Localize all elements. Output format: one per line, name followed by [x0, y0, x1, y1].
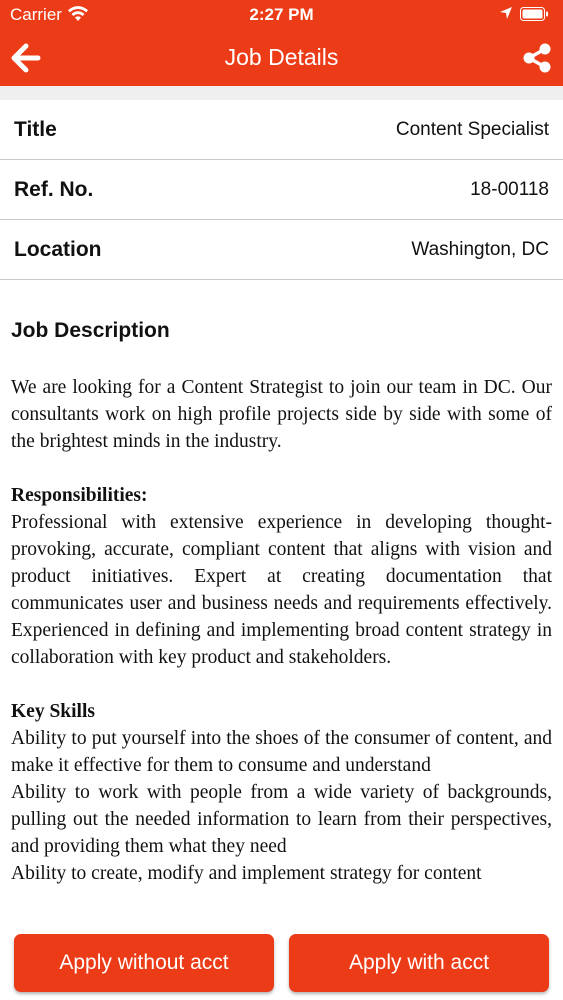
location-arrow-icon	[500, 7, 512, 19]
skill-item: Ability to create, modify and implement …	[11, 863, 482, 884]
status-time: 2:27 PM	[249, 5, 314, 24]
detail-label: Ref. No.	[14, 178, 94, 201]
intro-paragraph: We are looking for a Content Strategist …	[11, 377, 552, 452]
detail-row-title: Title Content Specialist	[0, 100, 563, 160]
skill-item: Ability to work with people from a wide …	[11, 782, 552, 857]
apply-without-account-button[interactable]: Apply without acct	[14, 934, 274, 992]
detail-value: 18-00118	[470, 179, 549, 200]
job-description-body: We are looking for a Content Strategist …	[11, 374, 552, 887]
share-icon[interactable]	[521, 42, 553, 74]
app-header: Carrier 2:27 PM Job Details	[0, 0, 563, 86]
page-title: Job Details	[224, 44, 339, 70]
skill-item: Ability to put yourself into the shoes o…	[11, 728, 552, 776]
detail-row-location: Location Washington, DC	[0, 220, 563, 280]
job-description-section[interactable]: Job Description We are looking for a Con…	[11, 319, 552, 887]
battery-icon	[520, 7, 548, 21]
apply-with-account-button[interactable]: Apply with acct	[289, 934, 549, 992]
detail-row-ref-no: Ref. No. 18-00118	[0, 160, 563, 220]
status-bar: Carrier 2:27 PM	[0, 0, 563, 30]
header-spacer	[0, 86, 563, 100]
key-skills-heading: Key Skills	[11, 701, 95, 722]
detail-label: Title	[14, 118, 57, 141]
responsibilities-heading: Responsibilities:	[11, 485, 148, 506]
detail-value: Washington, DC	[411, 239, 549, 260]
job-description-heading: Job Description	[11, 319, 170, 342]
job-detail-list: Title Content Specialist Ref. No. 18-001…	[0, 100, 563, 280]
responsibilities-paragraph: Professional with extensive experience i…	[11, 512, 552, 668]
detail-label: Location	[14, 238, 102, 261]
navigation-bar: Job Details	[0, 30, 563, 86]
detail-value: Content Specialist	[395, 119, 549, 140]
